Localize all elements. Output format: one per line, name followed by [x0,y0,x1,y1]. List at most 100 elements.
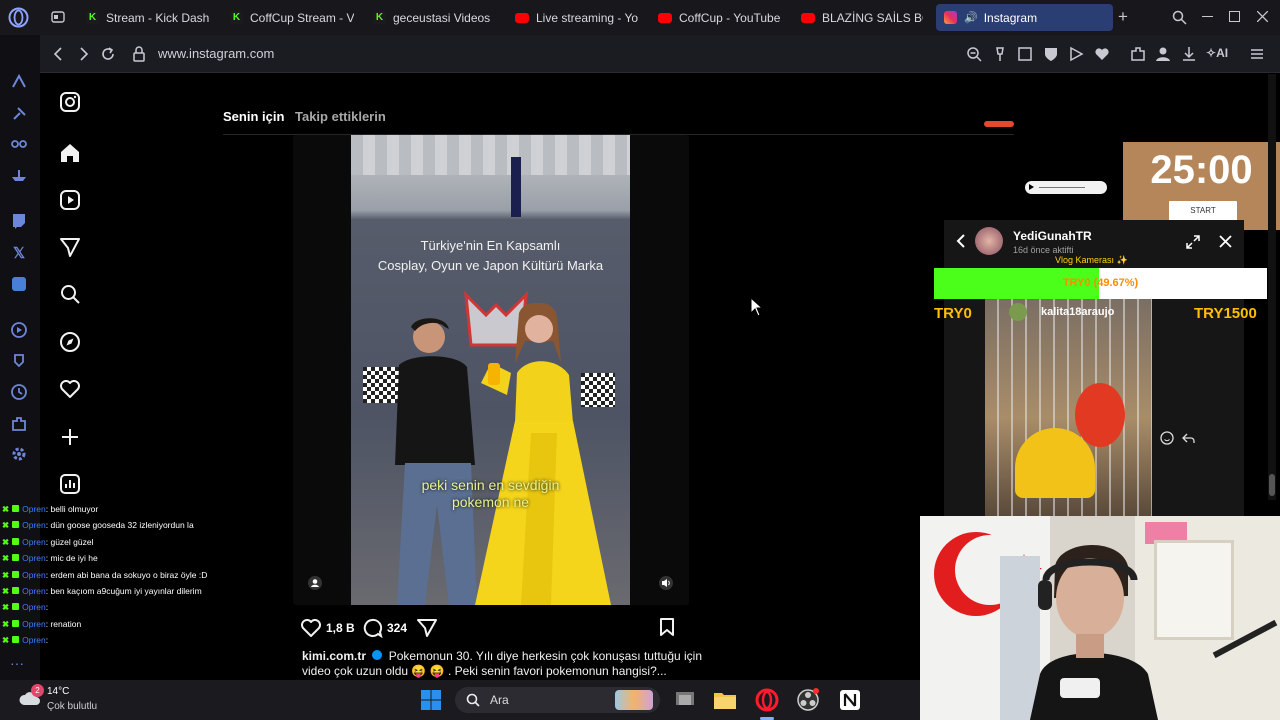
tagged-user-icon[interactable] [308,576,322,590]
reel-video[interactable]: Türkiye'nin En Kapsamlı Cosplay, Oyun ve… [293,135,689,605]
chat-username[interactable]: Opren [22,635,46,645]
obs-icon[interactable] [796,688,820,712]
search-tabs-icon[interactable] [1172,10,1187,25]
player-icon[interactable] [10,321,28,339]
chat-username[interactable]: Opren [22,619,46,629]
snapshot-icon[interactable] [1016,45,1034,63]
play-small-icon[interactable] [1029,184,1034,190]
mini-media-controls[interactable] [1025,181,1107,194]
settings-icon[interactable] [10,445,28,463]
pin-icon[interactable] [10,105,28,123]
like-heart-icon[interactable] [300,618,322,638]
lock-icon[interactable] [130,45,148,63]
new-tab-button[interactable]: + [1118,7,1128,27]
controller-icon[interactable] [10,135,28,153]
tab-instagram[interactable]: 🔊 Instagram [936,4,1113,31]
create-plus-icon[interactable] [59,426,81,448]
search-icon[interactable] [59,283,81,305]
reels-icon[interactable] [59,189,81,211]
tab-kick-dashboard[interactable]: K Stream - Kick Dash [86,4,210,31]
weather-desc[interactable]: Çok bulutlu [47,701,97,712]
ai-button[interactable]: ✧AI [1206,46,1228,60]
expand-icon[interactable] [1186,235,1200,249]
post-description: kimi.com.tr Pokemonun 30. Yılı diye herk… [302,649,702,679]
back-chevron-icon[interactable] [955,233,967,249]
zoom-out-icon[interactable] [965,45,983,63]
opera-logo-icon[interactable] [8,7,29,28]
forward-icon[interactable] [74,45,92,63]
chat-username[interactable]: Opren [22,586,46,596]
tab-workspace-icon[interactable] [51,11,65,23]
comment-icon[interactable] [361,618,383,638]
close-card-icon[interactable] [1219,235,1232,248]
avatar[interactable] [975,227,1003,255]
task-view-icon[interactable] [674,689,696,711]
chat-username[interactable]: Opren [22,520,46,530]
x-twitter-icon[interactable]: 𝕏 [10,244,28,262]
profile-icon[interactable] [1154,45,1172,63]
weather-temp[interactable]: 14°C [47,686,69,697]
mouse-cursor-icon [750,297,764,317]
shield-icon[interactable] [1042,45,1060,63]
tab-blazing-sails[interactable]: BLAZİNG SAİLS BÖ [801,4,923,31]
opera-browser-icon[interactable] [755,688,779,712]
reload-icon[interactable] [99,45,117,63]
microphone [488,363,500,385]
notifications-heart-icon[interactable] [59,378,81,400]
tab-geceustasi[interactable]: Kgeceustasi Videos [373,4,497,31]
history-icon[interactable] [10,383,28,401]
tab-following[interactable]: Takip ettiklerin [295,109,386,124]
vk-icon[interactable] [10,275,28,293]
tab-for-you[interactable]: Senin için [223,109,284,124]
comment-count[interactable]: 324 [387,621,407,635]
page-scrollbar-thumb[interactable] [1269,474,1275,496]
back-icon[interactable] [50,45,68,63]
close-window-button[interactable] [1257,11,1268,22]
download-icon[interactable] [1180,45,1198,63]
notion-icon[interactable] [838,688,862,712]
extensions-icon[interactable] [10,415,28,433]
windows-start-icon[interactable] [420,689,442,711]
explore-icon[interactable] [59,331,81,353]
file-explorer-icon[interactable] [713,689,737,711]
more-sidebar-icon[interactable]: ··· [10,655,24,671]
speaker-icon[interactable]: 🔊 [964,11,978,24]
boat-icon[interactable] [10,166,28,184]
tab-coffcup-youtube[interactable]: CoffCup - YouTube [658,4,782,31]
channel-name[interactable]: YediGunahTR [1013,229,1092,243]
taskbar-search[interactable]: Ara [455,687,660,713]
volume-icon[interactable] [659,576,673,590]
home-icon[interactable] [59,142,81,164]
chat-username[interactable]: Opren [22,537,46,547]
like-count[interactable]: 1,8 B [326,621,355,635]
reply-icon[interactable] [1181,431,1195,445]
pinboard-icon[interactable] [10,352,28,370]
twitch-icon[interactable] [10,212,28,230]
post-author[interactable]: kimi.com.tr [302,649,366,663]
extension-puzzle-icon[interactable] [1129,45,1147,63]
emoji-icon[interactable] [1160,431,1174,445]
save-bookmark-icon[interactable] [658,617,676,637]
pin-page-icon[interactable] [991,45,1009,63]
tab-live-streaming[interactable]: Live streaming - Yo [515,4,639,31]
page-scrollbar-track[interactable] [1268,74,1276,500]
restore-button[interactable] [1229,11,1240,22]
menu-icon[interactable] [1248,45,1266,63]
instagram-logo-icon[interactable] [59,91,81,113]
tab-coffcup-stream[interactable]: K CoffCup Stream - V [230,4,354,31]
heart-bookmark-icon[interactable] [1093,45,1111,63]
chat-text: : erdem abi bana da sokuyo o biraz öyle … [45,570,208,580]
chat-username[interactable]: Opren [22,553,46,563]
start-button[interactable]: START [1169,201,1237,221]
minimize-button[interactable] [1202,16,1213,17]
share-icon[interactable] [416,618,438,638]
chat-username[interactable]: Opren [22,602,46,612]
url-field[interactable]: www.instagram.com [158,46,274,61]
aria-icon[interactable] [10,73,28,91]
chat-username[interactable]: Opren [22,504,46,514]
direct-messages-icon[interactable] [59,236,81,258]
dashboard-icon[interactable] [59,473,81,495]
send-icon[interactable] [1067,45,1085,63]
chat-username[interactable]: Opren [22,570,46,580]
banner-pole [511,157,521,217]
